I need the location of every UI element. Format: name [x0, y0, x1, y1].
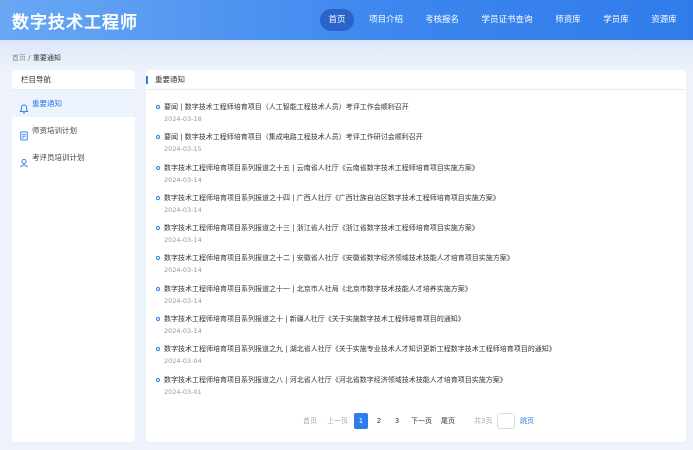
nav-exam-registration[interactable]: 考核报名: [419, 9, 465, 31]
news-title[interactable]: 数字技术工程师培育项目系列报道之十二 | 安徽省人社厅《安徽省数字经济领域技术技…: [164, 245, 686, 263]
user-icon: [19, 152, 29, 168]
breadcrumb: 首页 / 重要通知: [12, 53, 61, 63]
bullet-icon: [156, 347, 160, 352]
pager-last[interactable]: 尾页: [441, 413, 455, 429]
breadcrumb-separator: /: [28, 54, 31, 62]
nav-project-intro[interactable]: 项目介绍: [363, 9, 409, 31]
list-item[interactable]: 数字技术工程师培育项目系列报道之十五 | 云南省人社厅《云南省数字技术工程师培育…: [146, 155, 686, 185]
list-item[interactable]: 要闻 | 数字技术工程师培育项目（人工智能工程技术人员）考评工作会顺利召开 20…: [146, 94, 686, 124]
news-title[interactable]: 数字技术工程师培育项目系列报道之九 | 湖北省人社厅《关于实施专业技术人才知识更…: [164, 336, 686, 354]
sidebar-item-teacher-training[interactable]: 师资培训计划: [12, 117, 135, 144]
section-title-text: 重要通知: [155, 75, 185, 84]
pager-prev[interactable]: 上一页: [327, 413, 348, 429]
news-date: 2024-03-14: [164, 266, 202, 275]
news-date: 2024-03-14: [164, 296, 202, 305]
news-date: 2024-03-14: [164, 327, 202, 336]
list-item[interactable]: 数字技术工程师培育项目系列报道之十二 | 安徽省人社厅《安徽省数字经济领域技术技…: [146, 245, 686, 275]
bullet-icon: [156, 165, 160, 170]
list-item[interactable]: 数字技术工程师培育项目系列报道之十 | 新疆人社厅《关于实施数字技术工程师培育项…: [146, 306, 686, 336]
news-title[interactable]: 数字技术工程师培育项目系列报道之十五 | 云南省人社厅《云南省数字技术工程师培育…: [164, 155, 686, 173]
list-item[interactable]: 数字技术工程师培育项目系列报道之九 | 湖北省人社厅《关于实施专业技术人才知识更…: [146, 336, 686, 366]
nav-teacher-pool[interactable]: 师资库: [550, 9, 586, 31]
sidebar-item-label: 重要通知: [32, 99, 62, 108]
nav-certificate-query[interactable]: 学员证书查询: [477, 9, 537, 31]
bullet-icon: [156, 286, 160, 291]
sidebar-title: 栏目导航: [12, 70, 135, 90]
pager-page-1[interactable]: 1: [354, 413, 368, 429]
title-accent-bar: [146, 76, 148, 84]
bullet-icon: [156, 135, 160, 140]
section-title: 重要通知: [146, 70, 686, 90]
pager-page-2[interactable]: 2: [372, 413, 386, 429]
main-content: 重要通知 要闻 | 数字技术工程师培育项目（人工智能工程技术人员）考评工作会顺利…: [146, 70, 686, 442]
pager-next[interactable]: 下一页: [411, 413, 432, 429]
nav-resource-pool[interactable]: 资源库: [646, 9, 682, 31]
bullet-icon: [156, 256, 160, 261]
sidebar: 栏目导航 重要通知 师资培训计划 考评员培训计划: [12, 70, 135, 442]
bullet-icon: [156, 226, 160, 231]
news-date: 2024-03-14: [164, 175, 202, 184]
list-item[interactable]: 要闻 | 数字技术工程师培育项目（集成电路工程技术人员）考评工作研讨会顺利召开 …: [146, 124, 686, 154]
main-nav: 首页 项目介绍 考核报名 学员证书查询 师资库 学员库 资源库: [0, 9, 693, 31]
news-title[interactable]: 数字技术工程师培育项目系列报道之八 | 河北省人社厅《河北省数字经济领域技术技能…: [164, 367, 686, 385]
pager-page-3[interactable]: 3: [390, 413, 404, 429]
bullet-icon: [156, 195, 160, 200]
news-date: 2024-03-14: [164, 205, 202, 214]
bullet-icon: [156, 105, 160, 109]
breadcrumb-current: 重要通知: [32, 54, 61, 62]
news-date: 2024-03-18: [164, 115, 202, 123]
news-date: 2024-03-15: [164, 145, 202, 154]
list-item[interactable]: 数字技术工程师培育项目系列报道之十四 | 广西人社厅《广西壮族自治区数字技术工程…: [146, 185, 686, 215]
pager-total: 共3页: [474, 417, 493, 425]
nav-home[interactable]: 首页: [320, 9, 354, 31]
sidebar-item-notices[interactable]: 重要通知: [12, 90, 135, 117]
news-date: 2024-03-01: [164, 387, 202, 396]
news-title[interactable]: 要闻 | 数字技术工程师培育项目（集成电路工程技术人员）考评工作研讨会顺利召开: [164, 124, 686, 142]
news-title[interactable]: 要闻 | 数字技术工程师培育项目（人工智能工程技术人员）考评工作会顺利召开: [164, 94, 686, 112]
document-icon: [19, 125, 29, 141]
news-date: 2024-03-04: [164, 357, 202, 366]
list-item[interactable]: 数字技术工程师培育项目系列报道之十三 | 浙江省人社厅《浙江省数字技术工程师培育…: [146, 215, 686, 245]
news-title[interactable]: 数字技术工程师培育项目系列报道之十 | 新疆人社厅《关于实施数字技术工程师培育项…: [164, 306, 686, 324]
sidebar-item-examiner-training[interactable]: 考评员培训计划: [12, 144, 135, 171]
news-list: 要闻 | 数字技术工程师培育项目（人工智能工程技术人员）考评工作会顺利召开 20…: [146, 94, 686, 397]
news-title[interactable]: 数字技术工程师培育项目系列报道之十四 | 广西人社厅《广西壮族自治区数字技术工程…: [164, 185, 686, 203]
sidebar-item-label: 考评员培训计划: [32, 153, 85, 162]
pagination: 首页 上一页 1 2 3 下一页 尾页 共3页 跳页: [146, 413, 686, 429]
breadcrumb-home[interactable]: 首页: [12, 54, 26, 62]
page-background: [0, 40, 693, 70]
bell-icon: [19, 98, 29, 114]
pager-jump-button[interactable]: 跳页: [520, 413, 534, 429]
news-date: 2024-03-14: [164, 236, 202, 245]
news-title[interactable]: 数字技术工程师培育项目系列报道之十三 | 浙江省人社厅《浙江省数字技术工程师培育…: [164, 215, 686, 233]
page-jump-input[interactable]: [497, 413, 515, 429]
bullet-icon: [156, 317, 160, 322]
bullet-icon: [156, 377, 160, 382]
list-item[interactable]: 数字技术工程师培育项目系列报道之十一 | 北京市人社局《北京市数字技术技能人才培…: [146, 276, 686, 306]
top-header: 数字技术工程师 首页 项目介绍 考核报名 学员证书查询 师资库 学员库 资源库: [0, 0, 693, 40]
nav-student-pool[interactable]: 学员库: [598, 9, 634, 31]
news-title[interactable]: 数字技术工程师培育项目系列报道之十一 | 北京市人社局《北京市数字技术技能人才培…: [164, 276, 686, 294]
pager-first[interactable]: 首页: [303, 413, 317, 429]
list-item[interactable]: 数字技术工程师培育项目系列报道之八 | 河北省人社厅《河北省数字经济领域技术技能…: [146, 367, 686, 397]
sidebar-item-label: 师资培训计划: [32, 126, 77, 135]
